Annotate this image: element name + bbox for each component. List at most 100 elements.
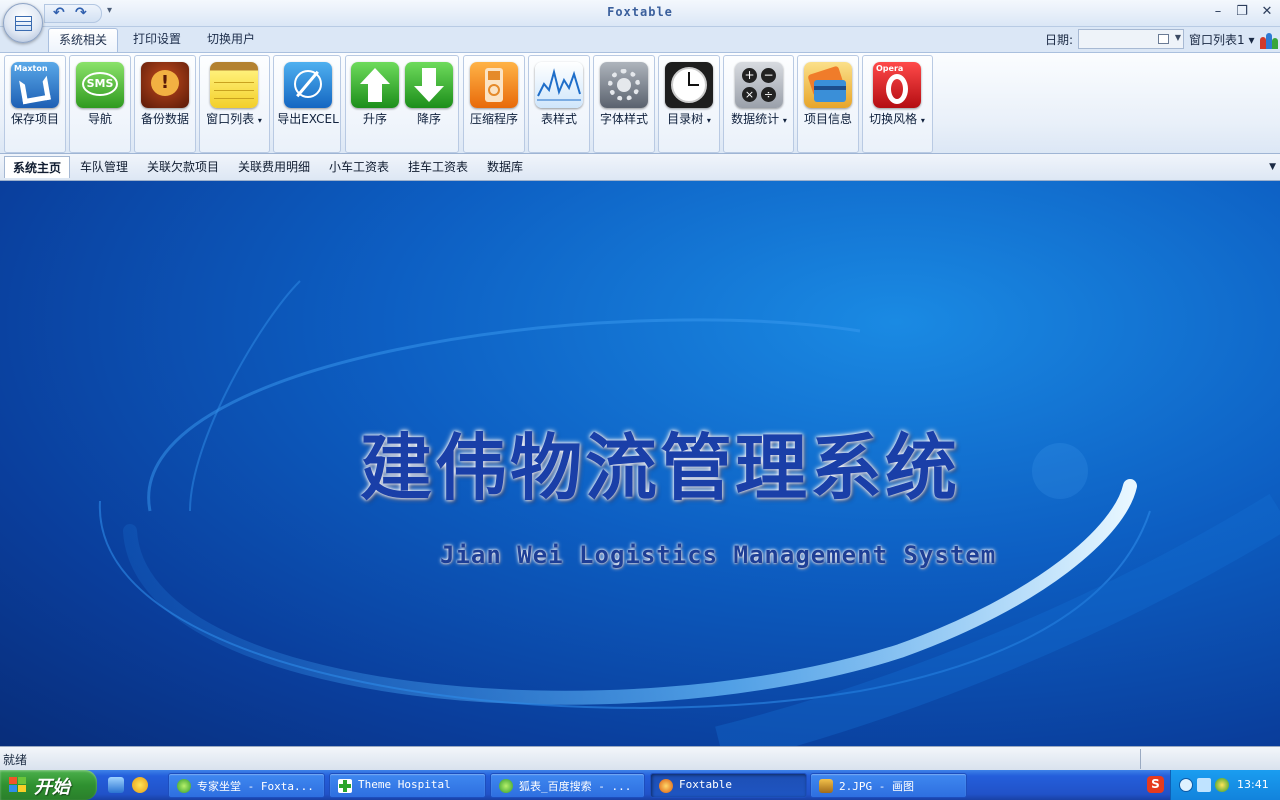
gear-icon xyxy=(600,62,648,108)
date-label: 日期: xyxy=(1045,33,1074,47)
save-project-label: 保存项目 xyxy=(10,112,59,126)
window-list-button[interactable]: 窗口列表 ▾ xyxy=(206,59,262,129)
status-bar: 就绪 xyxy=(0,746,1280,770)
task-label: 2.JPG - 画图 xyxy=(839,780,914,793)
navigate-button[interactable]: SMS 导航 xyxy=(73,59,127,129)
notepad-icon xyxy=(210,62,258,108)
dropdown-arrow-icon: ▾ xyxy=(706,116,711,125)
table-style-button[interactable]: 表样式 xyxy=(532,59,586,129)
tab-car-payroll[interactable]: 小车工资表 xyxy=(329,158,389,175)
tab-related-debts[interactable]: 关联欠款项目 xyxy=(147,158,219,175)
tab-switch-user[interactable]: 切换用户 xyxy=(197,28,265,52)
task-label: Theme Hospital xyxy=(358,778,451,791)
task-foxtable[interactable]: Foxtable xyxy=(650,773,807,798)
task-label: 专家坐堂 - Foxta... xyxy=(197,780,314,793)
paint-icon xyxy=(819,779,833,793)
start-button[interactable]: 开始 xyxy=(0,770,97,800)
group-table-style: 表样式 xyxy=(528,55,590,153)
network-icon[interactable] xyxy=(1197,778,1211,792)
task-theme-hospital[interactable]: Theme Hospital xyxy=(329,773,486,798)
font-style-button[interactable]: 字体样式 xyxy=(597,59,651,129)
date-picker[interactable]: ▼ xyxy=(1078,29,1184,49)
tab-system[interactable]: 系统相关 xyxy=(48,28,119,52)
browser-icon xyxy=(177,779,191,793)
backup-button[interactable]: ! 备份数据 xyxy=(138,59,192,129)
dropdown-arrow-icon: ▾ xyxy=(257,116,262,125)
tab-home[interactable]: 系统主页 xyxy=(4,156,71,178)
close-button[interactable]: ✕ xyxy=(1256,3,1278,21)
desktop-quicklaunch-icon[interactable] xyxy=(108,777,124,793)
switch-style-button[interactable]: Opera 切换风格 ▾ xyxy=(869,59,925,129)
group-directory: 目录树 ▾ xyxy=(658,55,720,153)
project-info-label: 项目信息 xyxy=(803,112,852,126)
task-paint[interactable]: 2.JPG - 画图 xyxy=(810,773,967,798)
group-backup: ! 备份数据 xyxy=(134,55,196,153)
security-icon[interactable] xyxy=(1215,778,1229,792)
table-style-label: 表样式 xyxy=(540,112,577,126)
hospital-cross-icon xyxy=(338,779,352,793)
window-list-label: 窗口列表 ▾ xyxy=(206,112,262,126)
ipod-icon xyxy=(470,62,518,108)
sort-descending-label: 降序 xyxy=(416,112,441,126)
tab-related-expenses[interactable]: 关联费用明细 xyxy=(238,158,310,175)
task-baidu-search[interactable]: 狐表_百度搜索 - ... xyxy=(490,773,645,798)
stock-chart-icon xyxy=(535,62,583,108)
navigate-label: 导航 xyxy=(87,112,112,126)
arrow-up-icon xyxy=(351,62,399,108)
system-tray: 13:41 xyxy=(1170,770,1280,800)
start-label: 开始 xyxy=(34,777,70,798)
alert-bubble-icon: ! xyxy=(141,62,189,108)
taskbar: 开始 专家坐堂 - Foxta... Theme Hospital 狐表_百度搜… xyxy=(0,770,1280,800)
tab-fleet-management[interactable]: 车队管理 xyxy=(80,158,128,175)
task-expert-forum[interactable]: 专家坐堂 - Foxta... xyxy=(168,773,325,798)
switch-style-label: 切换风格 ▾ xyxy=(869,112,925,126)
directory-tree-label: 目录树 ▾ xyxy=(667,112,711,126)
chevron-down-icon[interactable]: ▼ xyxy=(1175,33,1181,42)
group-compress: 压缩程序 xyxy=(463,55,525,153)
tab-database[interactable]: 数据库 xyxy=(487,158,523,175)
calendar-icon[interactable] xyxy=(1158,34,1169,44)
maxton-icon: Maxton xyxy=(11,62,59,108)
application-menu-button[interactable] xyxy=(3,3,43,43)
group-window-list: 窗口列表 ▾ xyxy=(199,55,270,153)
compress-label: 压缩程序 xyxy=(469,112,518,126)
export-excel-button[interactable]: 导出EXCEL xyxy=(277,59,339,129)
group-project-info: 项目信息 xyxy=(797,55,859,153)
ribbon-tab-bar: 系统相关 打印设置 切换用户 日期: ▼ 窗口列表1 ▾ xyxy=(0,27,1280,52)
tab-print-settings[interactable]: 打印设置 xyxy=(123,28,191,52)
backup-label: 备份数据 xyxy=(140,112,189,126)
compress-button[interactable]: 压缩程序 xyxy=(467,59,521,129)
project-info-button[interactable]: 项目信息 xyxy=(801,59,855,129)
tab-trailer-payroll[interactable]: 挂车工资表 xyxy=(408,158,468,175)
minimize-button[interactable]: – xyxy=(1207,3,1229,21)
tray-back-arrow-icon[interactable] xyxy=(1179,778,1193,792)
compass-icon xyxy=(284,62,332,108)
input-method-icon[interactable]: S xyxy=(1147,776,1164,793)
sort-descending-button[interactable]: 降序 xyxy=(402,59,456,129)
sort-ascending-button[interactable]: 升序 xyxy=(348,59,402,129)
browser-icon xyxy=(499,779,513,793)
clock: 13:41 xyxy=(1237,778,1269,791)
status-divider xyxy=(1140,749,1141,769)
window-list-dropdown[interactable]: 窗口列表1 ▾ xyxy=(1189,31,1254,48)
group-navigate: SMS 导航 xyxy=(69,55,131,153)
arrow-down-icon xyxy=(405,62,453,108)
directory-tree-button[interactable]: 目录树 ▾ xyxy=(662,59,716,129)
calculator-icon: + − × ÷ xyxy=(735,62,783,108)
browser-quicklaunch-icon[interactable] xyxy=(132,777,148,793)
group-font-style: 字体样式 xyxy=(593,55,655,153)
group-switch-style: Opera 切换风格 ▾ xyxy=(862,55,933,153)
dropdown-arrow-icon: ▾ xyxy=(920,116,925,125)
tab-list-chevron-icon[interactable]: ▼ xyxy=(1269,162,1276,172)
group-sort: 升序 降序 xyxy=(345,55,459,153)
splash-title-chinese: 建伟物流管理系统 xyxy=(360,425,961,510)
task-label: 狐表_百度搜索 - ... xyxy=(519,780,632,793)
users-icon[interactable] xyxy=(1260,31,1278,49)
save-project-button[interactable]: Maxton 保存项目 xyxy=(8,59,62,129)
statistics-button[interactable]: + − × ÷ 数据统计 ▾ xyxy=(731,59,787,129)
foxtable-icon xyxy=(659,779,673,793)
maximize-button[interactable]: ❐ xyxy=(1231,3,1253,21)
group-statistics: + − × ÷ 数据统计 ▾ xyxy=(723,55,794,153)
windows-logo-icon xyxy=(9,777,27,793)
credit-cards-icon xyxy=(804,62,852,108)
